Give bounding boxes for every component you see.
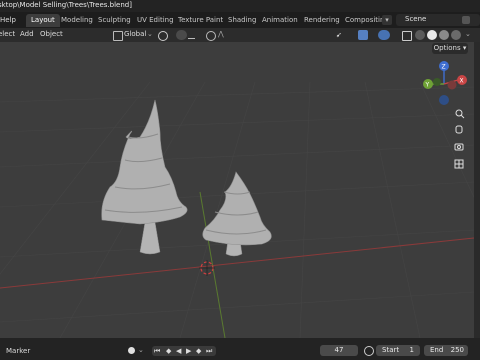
options-label: Options — [433, 44, 461, 52]
camera-view-icon[interactable] — [454, 143, 464, 151]
window-title: sktop\Model Selling\Trees\Trees.blend] — [0, 1, 132, 9]
menu-select[interactable]: elect — [0, 30, 15, 38]
start-value: 1 — [409, 346, 414, 354]
tab-layout[interactable]: Layout — [26, 14, 60, 27]
gizmo-y-label: Y — [425, 82, 430, 89]
jump-to-start-icon[interactable]: ⏮ — [154, 347, 160, 356]
start-label: Start — [382, 346, 400, 354]
play-reverse-icon[interactable]: ◀ — [176, 347, 181, 355]
menu-object[interactable]: Object — [40, 30, 63, 38]
menu-add[interactable]: Add — [20, 30, 34, 38]
orthographic-grid-icon[interactable] — [454, 159, 464, 169]
proportional-edit-icon[interactable] — [206, 31, 216, 41]
orientation-dropdown[interactable]: Global — [124, 30, 146, 38]
gizmo-neg-z-icon — [439, 95, 449, 105]
gizmo-z-label: Z — [442, 64, 446, 71]
auto-keying-record-icon[interactable] — [128, 347, 135, 354]
scene-selector[interactable]: Scene — [396, 14, 480, 26]
tab-rendering[interactable]: Rendering — [299, 14, 345, 27]
viewport-canvas: Z Y X — [0, 61, 474, 338]
falloff-icon[interactable]: ⋀ — [218, 30, 224, 38]
material-shading-icon[interactable] — [439, 30, 449, 40]
top-menu-bar: Help Layout Modeling Sculpting UV Editin… — [0, 12, 480, 28]
xray-icon[interactable] — [402, 31, 412, 41]
pan-hand-icon[interactable] — [455, 125, 463, 134]
keying-dropdown-icon[interactable]: ⌄ — [138, 346, 144, 354]
end-label: End — [430, 346, 444, 354]
jump-keyframe-back-icon[interactable]: ◆ — [166, 347, 171, 355]
tab-modeling[interactable]: Modeling — [56, 14, 98, 27]
gizmo-neg-y-icon — [433, 78, 441, 86]
menu-marker[interactable]: Marker — [6, 347, 30, 355]
shading-options-icon[interactable]: ⌄ — [465, 30, 471, 38]
workspace-scroll-icon[interactable]: ▾ — [382, 15, 392, 25]
tab-uv-editing[interactable]: UV Editing — [132, 14, 179, 27]
preview-range-clock-icon[interactable] — [364, 346, 374, 356]
menu-help[interactable]: Help — [0, 16, 16, 24]
viewport-gizmos-icon[interactable] — [358, 30, 368, 40]
start-frame-field[interactable]: Start 1 — [376, 345, 420, 356]
options-dropdown[interactable]: Options ▾ — [432, 43, 468, 54]
current-frame-field[interactable]: 47 — [320, 345, 358, 356]
scene-name: Scene — [405, 15, 427, 23]
zoom-icon[interactable] — [455, 109, 465, 119]
tree-large[interactable] — [101, 99, 188, 255]
3d-viewport[interactable]: Z Y X Options ▾ — [0, 42, 474, 338]
tab-animation[interactable]: Animation — [257, 14, 303, 27]
transform-orientation-icon — [113, 31, 123, 41]
3d-cursor-icon[interactable] — [199, 260, 215, 276]
wireframe-shading-icon[interactable] — [415, 30, 425, 40]
viewport-header: elect Add Object Global ⌄ ⋀ ➹ ⌄ — [0, 28, 480, 42]
playback-controls: ⏮ ◆ ◀ ▶ ◆ ⏭ — [152, 346, 216, 356]
tab-texture-paint[interactable]: Texture Paint — [173, 14, 228, 27]
solid-shading-icon[interactable] — [427, 30, 437, 40]
pivot-icon[interactable] — [158, 31, 168, 41]
end-value: 250 — [450, 346, 464, 354]
title-bar: sktop\Model Selling\Trees\Trees.blend] — [0, 0, 480, 12]
chevron-down-icon[interactable]: ⌄ — [147, 30, 153, 38]
sidebar-edge[interactable] — [474, 42, 480, 338]
snap-target-icon[interactable] — [188, 32, 195, 39]
overlays-icon[interactable] — [378, 30, 390, 40]
scene-browse-icon[interactable] — [462, 16, 470, 24]
object-types-visibility-icon[interactable]: ➹ — [336, 31, 346, 39]
tree-small[interactable] — [202, 171, 272, 257]
rendered-shading-icon[interactable] — [451, 30, 461, 40]
timeline-bar: Marker ⌄ ⏮ ◆ ◀ ▶ ◆ ⏭ 47 Start 1 End 250 — [0, 338, 480, 360]
snap-icon[interactable] — [176, 30, 187, 40]
tab-sculpting[interactable]: Sculpting — [93, 14, 136, 27]
jump-keyframe-forward-icon[interactable]: ◆ — [196, 347, 201, 355]
end-frame-field[interactable]: End 250 — [424, 345, 468, 356]
jump-to-end-icon[interactable]: ⏭ — [206, 347, 212, 356]
gizmo-neg-x-icon — [447, 80, 457, 90]
play-icon[interactable]: ▶ — [186, 347, 191, 355]
current-frame-value: 47 — [334, 346, 344, 354]
gizmo-x-label: X — [460, 78, 464, 85]
tab-shading[interactable]: Shading — [223, 14, 261, 27]
